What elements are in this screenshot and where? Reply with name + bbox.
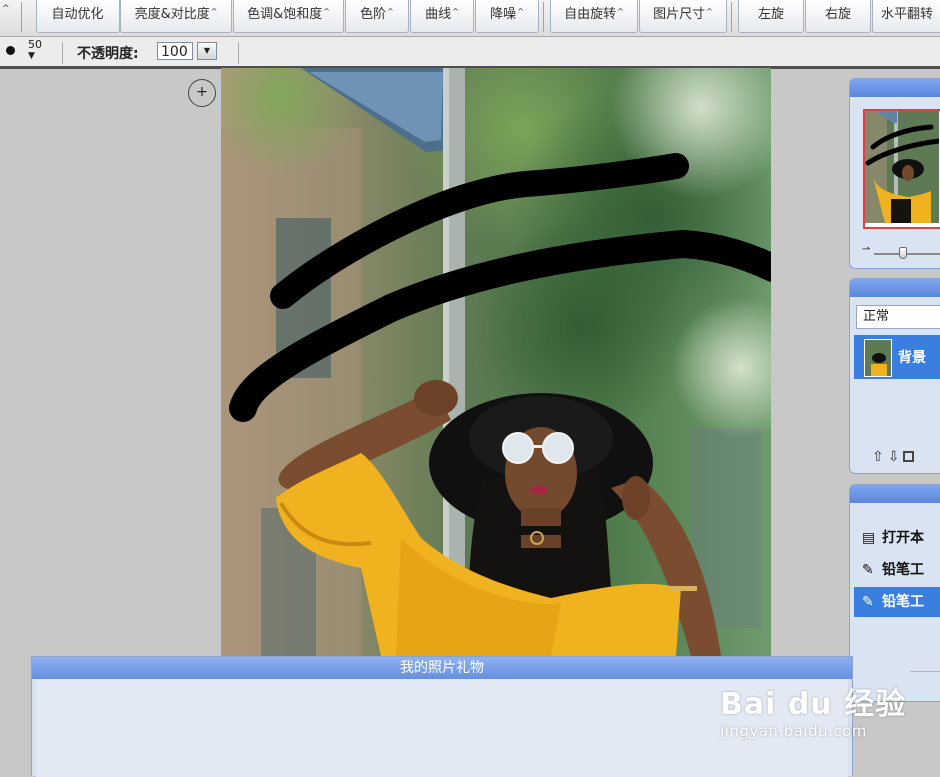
navigator-thumbnail[interactable] xyxy=(863,109,940,229)
hue-saturation-label: 色调&饱和度 xyxy=(247,7,323,22)
options-separator xyxy=(238,42,239,64)
layer-controls: ⇧ ⇩ xyxy=(872,449,915,465)
adjustment-toolbar: ^ 自动优化 亮度&对比度^ 色调&饱和度^ 色阶^ 曲线^ 降噪^ 自由旋转^… xyxy=(0,0,940,37)
image-size-button[interactable]: 图片尺寸^ xyxy=(639,0,727,33)
levels-button[interactable]: 色阶^ xyxy=(345,0,409,33)
arrow-down-icon[interactable]: ⇩ xyxy=(888,449,900,465)
chevron-down-icon: ▼ xyxy=(203,46,211,55)
brush-size-picker[interactable]: 50 ▼ xyxy=(28,38,42,61)
hue-saturation-button[interactable]: 色调&饱和度^ xyxy=(233,0,344,33)
free-rotate-button[interactable]: 自由旋转^ xyxy=(550,0,638,33)
rotate-right-label: 右旋 xyxy=(824,7,851,22)
toolbar-separator xyxy=(21,2,22,32)
arrow-up-icon[interactable]: ⇧ xyxy=(872,449,884,465)
rotate-left-button[interactable]: 左旋 xyxy=(738,0,804,33)
history-item-label: 铅笔工 xyxy=(882,594,924,610)
rotate-right-button[interactable]: 右旋 xyxy=(805,0,871,33)
layer-thumbnail-image xyxy=(865,340,891,376)
rotate-left-label: 左旋 xyxy=(757,7,784,22)
image-canvas[interactable] xyxy=(221,68,771,656)
history-item-label: 打开本 xyxy=(882,530,924,546)
brush-preview-icon[interactable] xyxy=(6,46,15,55)
curves-label: 曲线 xyxy=(425,7,452,22)
caret-icon: ^ xyxy=(452,7,459,16)
layer-name: 背景 xyxy=(898,350,926,366)
photo-gift-panel-title[interactable]: 我的照片礼物 xyxy=(32,657,852,679)
history-item[interactable]: ✎ 铅笔工 xyxy=(854,555,940,585)
layers-panel: 正常 背景 ⇧ ⇩ xyxy=(849,278,940,474)
free-rotate-label: 自由旋转 xyxy=(564,7,617,22)
opacity-label: 不透明度: xyxy=(77,46,139,62)
auto-enhance-button[interactable]: 自动优化 xyxy=(36,0,120,33)
history-item-label: 铅笔工 xyxy=(882,562,924,578)
caret-icon: ^ xyxy=(387,7,394,16)
tool-options-bar: 50 ▼ 不透明度: 100 ▼ xyxy=(0,37,940,68)
caret-icon: ^ xyxy=(323,7,330,16)
flip-horizontal-button[interactable]: 水平翻转 xyxy=(872,0,940,33)
history-panel: ▤ 打开本 ✎ 铅笔工 ✎ 铅笔工 xyxy=(849,484,940,702)
caret-icon: ^ xyxy=(617,7,624,16)
caret-icon: ^ xyxy=(210,7,218,16)
layer-row[interactable]: 背景 xyxy=(854,335,940,379)
opacity-dropdown-button[interactable]: ▼ xyxy=(197,42,217,60)
options-separator xyxy=(62,42,63,64)
navigator-zoom-slider[interactable]: ⇀ xyxy=(862,244,940,261)
toolbar-caret[interactable]: ^ xyxy=(2,4,10,14)
denoise-label: 降噪 xyxy=(490,7,517,22)
pencil-icon: ✎ xyxy=(862,594,874,610)
history-item[interactable]: ▤ 打开本 xyxy=(854,523,940,553)
baidu-jingyan-watermark: Bai du 经验 jingyan.baidu.com xyxy=(720,687,907,741)
layer-square-icon[interactable] xyxy=(903,451,915,462)
pencil-icon: ✎ xyxy=(862,562,874,578)
flip-horizontal-label: 水平翻转 xyxy=(880,7,933,22)
opacity-input[interactable]: 100 xyxy=(157,42,193,60)
photo-canvas-drawing xyxy=(221,68,771,656)
denoise-button[interactable]: 降噪^ xyxy=(475,0,539,33)
caret-icon: ^ xyxy=(706,7,713,16)
watermark-url: jingyan.baidu.com xyxy=(720,722,867,740)
layers-panel-header[interactable] xyxy=(850,279,940,297)
zoom-out-icon[interactable]: ⇀ xyxy=(862,244,870,255)
slider-track xyxy=(874,253,940,255)
levels-label: 色阶 xyxy=(360,7,387,22)
toolbar-separator xyxy=(543,2,544,32)
open-file-icon: ▤ xyxy=(862,530,876,546)
dropdown-arrow-icon: ▼ xyxy=(28,51,35,61)
history-divider xyxy=(910,671,940,672)
navigator-panel: ⇀ xyxy=(849,78,940,269)
brush-size-value: 50 xyxy=(28,38,42,51)
slider-thumb[interactable] xyxy=(898,247,907,259)
history-item-selected[interactable]: ✎ 铅笔工 xyxy=(854,587,940,617)
watermark-logo: Bai du 经验 xyxy=(720,687,907,722)
image-size-label: 图片尺寸 xyxy=(653,7,706,22)
zoom-in-icon[interactable]: + xyxy=(188,79,216,107)
blend-mode-select[interactable]: 正常 xyxy=(856,305,940,329)
auto-enhance-label: 自动优化 xyxy=(51,7,104,22)
navigator-panel-header[interactable] xyxy=(850,79,940,97)
history-panel-header[interactable] xyxy=(850,485,940,503)
navigator-thumbnail-image xyxy=(865,111,940,223)
brightness-contrast-label: 亮度&对比度 xyxy=(134,7,210,22)
curves-button[interactable]: 曲线^ xyxy=(410,0,474,33)
caret-icon: ^ xyxy=(517,7,524,16)
toolbar-separator xyxy=(731,2,732,32)
layer-thumbnail xyxy=(864,339,892,377)
brightness-contrast-button[interactable]: 亮度&对比度^ xyxy=(120,0,232,33)
